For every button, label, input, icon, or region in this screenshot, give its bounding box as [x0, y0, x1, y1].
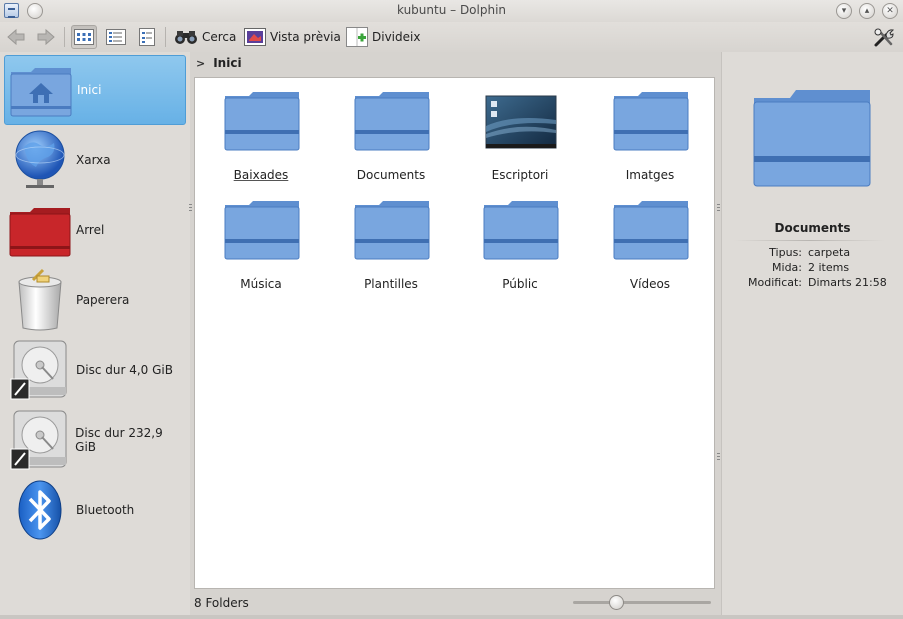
split-icon [346, 27, 368, 47]
bluetooth-icon [18, 480, 62, 540]
window-title: kubuntu – Dolphin [396, 3, 507, 17]
icons-view-icon [74, 29, 94, 45]
places-panel: Inici Xarxa Arrel Paperera Disc dur 4,0 … [0, 52, 190, 615]
place-label: Xarxa [76, 153, 111, 167]
file-name: Escriptori [491, 168, 549, 182]
info-row: Mida: 2 items [722, 261, 903, 274]
folder-preview-icon [753, 90, 871, 187]
file-item-images[interactable]: Imatges [590, 78, 710, 183]
place-label: Paperera [76, 293, 130, 307]
place-bluetooth[interactable]: Bluetooth [4, 475, 186, 545]
split-label: Divideix [372, 30, 421, 44]
file-item-videos[interactable]: Vídeos [590, 187, 710, 292]
information-panel: Documents Tipus: carpeta Mida: 2 items M… [721, 52, 903, 615]
zoom-slider-handle[interactable] [609, 595, 624, 610]
zoom-slider-track[interactable] [573, 601, 711, 604]
folder-icon [224, 92, 300, 151]
right-splitter-handle[interactable] [717, 204, 720, 213]
root-folder-icon [9, 208, 71, 257]
back-icon[interactable] [6, 28, 26, 46]
binoculars-icon [175, 31, 197, 44]
toolbar-separator [64, 27, 65, 47]
info-divider [734, 240, 885, 241]
maximize-button[interactable]: ▴ [859, 3, 875, 19]
icons-view-button[interactable] [71, 25, 97, 49]
place-disk-4gb[interactable]: Disc dur 4,0 GiB [4, 335, 186, 405]
info-file-name: Documents [774, 221, 851, 235]
folder-icon [483, 201, 559, 260]
file-item-documents[interactable]: Documents [331, 78, 451, 183]
preview-button[interactable]: Vista prèvia [241, 25, 344, 49]
hard-disk-icon [10, 340, 67, 400]
file-name: Imatges [625, 168, 675, 182]
folder-icon [613, 201, 689, 260]
place-label: Disc dur 232,9 GiB [75, 426, 163, 454]
place-label: Inici [77, 83, 102, 97]
info-key: Tipus: [769, 246, 802, 259]
preview-icon [244, 28, 266, 46]
left-splitter-handle[interactable] [189, 204, 192, 213]
close-button[interactable]: ✕ [882, 3, 898, 19]
toolbar: Cerca Vista prèvia Divideix [0, 22, 903, 52]
breadcrumb-chevron-icon[interactable]: > [196, 57, 205, 70]
file-item-music[interactable]: Música [201, 187, 321, 292]
details-view-icon [139, 28, 155, 46]
file-item-templates[interactable]: Plantilles [331, 187, 451, 292]
place-disk-232gb[interactable]: Disc dur 232,9 GiB [4, 405, 186, 475]
file-name: Vídeos [629, 277, 671, 291]
folder-icon [224, 201, 300, 260]
split-button[interactable]: Divideix [343, 25, 423, 49]
info-value: Dimarts 21:58 [808, 276, 887, 289]
compact-view-icon [106, 29, 126, 45]
info-row: Modificat: Dimarts 21:58 [722, 276, 903, 289]
folder-icon [354, 92, 430, 151]
file-view[interactable]: Baixades Documents Escriptori Imatges Mú… [194, 77, 715, 589]
file-item-desktop[interactable]: Escriptori [460, 78, 580, 183]
minimize-button[interactable]: ▾ [836, 3, 852, 19]
folder-icon [354, 201, 430, 260]
info-value: carpeta [808, 246, 851, 259]
file-item-downloads[interactable]: Baixades [201, 78, 321, 183]
place-home[interactable]: Inici [4, 55, 186, 125]
desktop-icon [485, 95, 557, 149]
info-key: Mida: [772, 261, 802, 274]
breadcrumb: > Inici [190, 52, 720, 74]
preview-label: Vista prèvia [270, 30, 341, 44]
file-name: Plantilles [364, 277, 418, 291]
toolbar-separator [165, 27, 166, 47]
file-name: Documents [356, 168, 426, 182]
place-network[interactable]: Xarxa [4, 125, 186, 195]
folder-icon [613, 92, 689, 151]
file-name: Música [240, 277, 282, 291]
place-root[interactable]: Arrel [4, 195, 186, 265]
place-label: Disc dur 4,0 GiB [76, 363, 173, 377]
file-name: Baixades [233, 168, 289, 182]
file-item-public[interactable]: Públic [460, 187, 580, 292]
info-key: Modificat: [748, 276, 802, 289]
home-folder-icon [10, 68, 72, 117]
compact-view-button[interactable] [103, 25, 129, 49]
trash-icon [18, 268, 62, 331]
info-value: 2 items [808, 261, 850, 274]
breadcrumb-current[interactable]: Inici [213, 56, 241, 70]
tools-icon[interactable] [872, 27, 896, 49]
place-label: Bluetooth [76, 503, 135, 517]
details-view-button[interactable] [134, 25, 160, 49]
forward-icon[interactable] [36, 28, 56, 46]
place-label: Arrel [76, 223, 105, 237]
status-text: 8 Folders [194, 596, 249, 610]
info-row: Tipus: carpeta [722, 246, 903, 259]
window-bottom-border [0, 615, 903, 619]
right-splitter-handle[interactable] [717, 453, 720, 462]
place-trash[interactable]: Paperera [4, 265, 186, 335]
status-bar: 8 Folders [190, 591, 720, 615]
search-label: Cerca [202, 30, 237, 44]
title-bar: kubuntu – Dolphin ▾ ▴ ✕ [0, 0, 903, 22]
file-name: Públic [502, 277, 538, 291]
network-globe-icon [15, 130, 65, 188]
search-button[interactable]: Cerca [171, 25, 239, 49]
hard-disk-icon [10, 410, 67, 470]
